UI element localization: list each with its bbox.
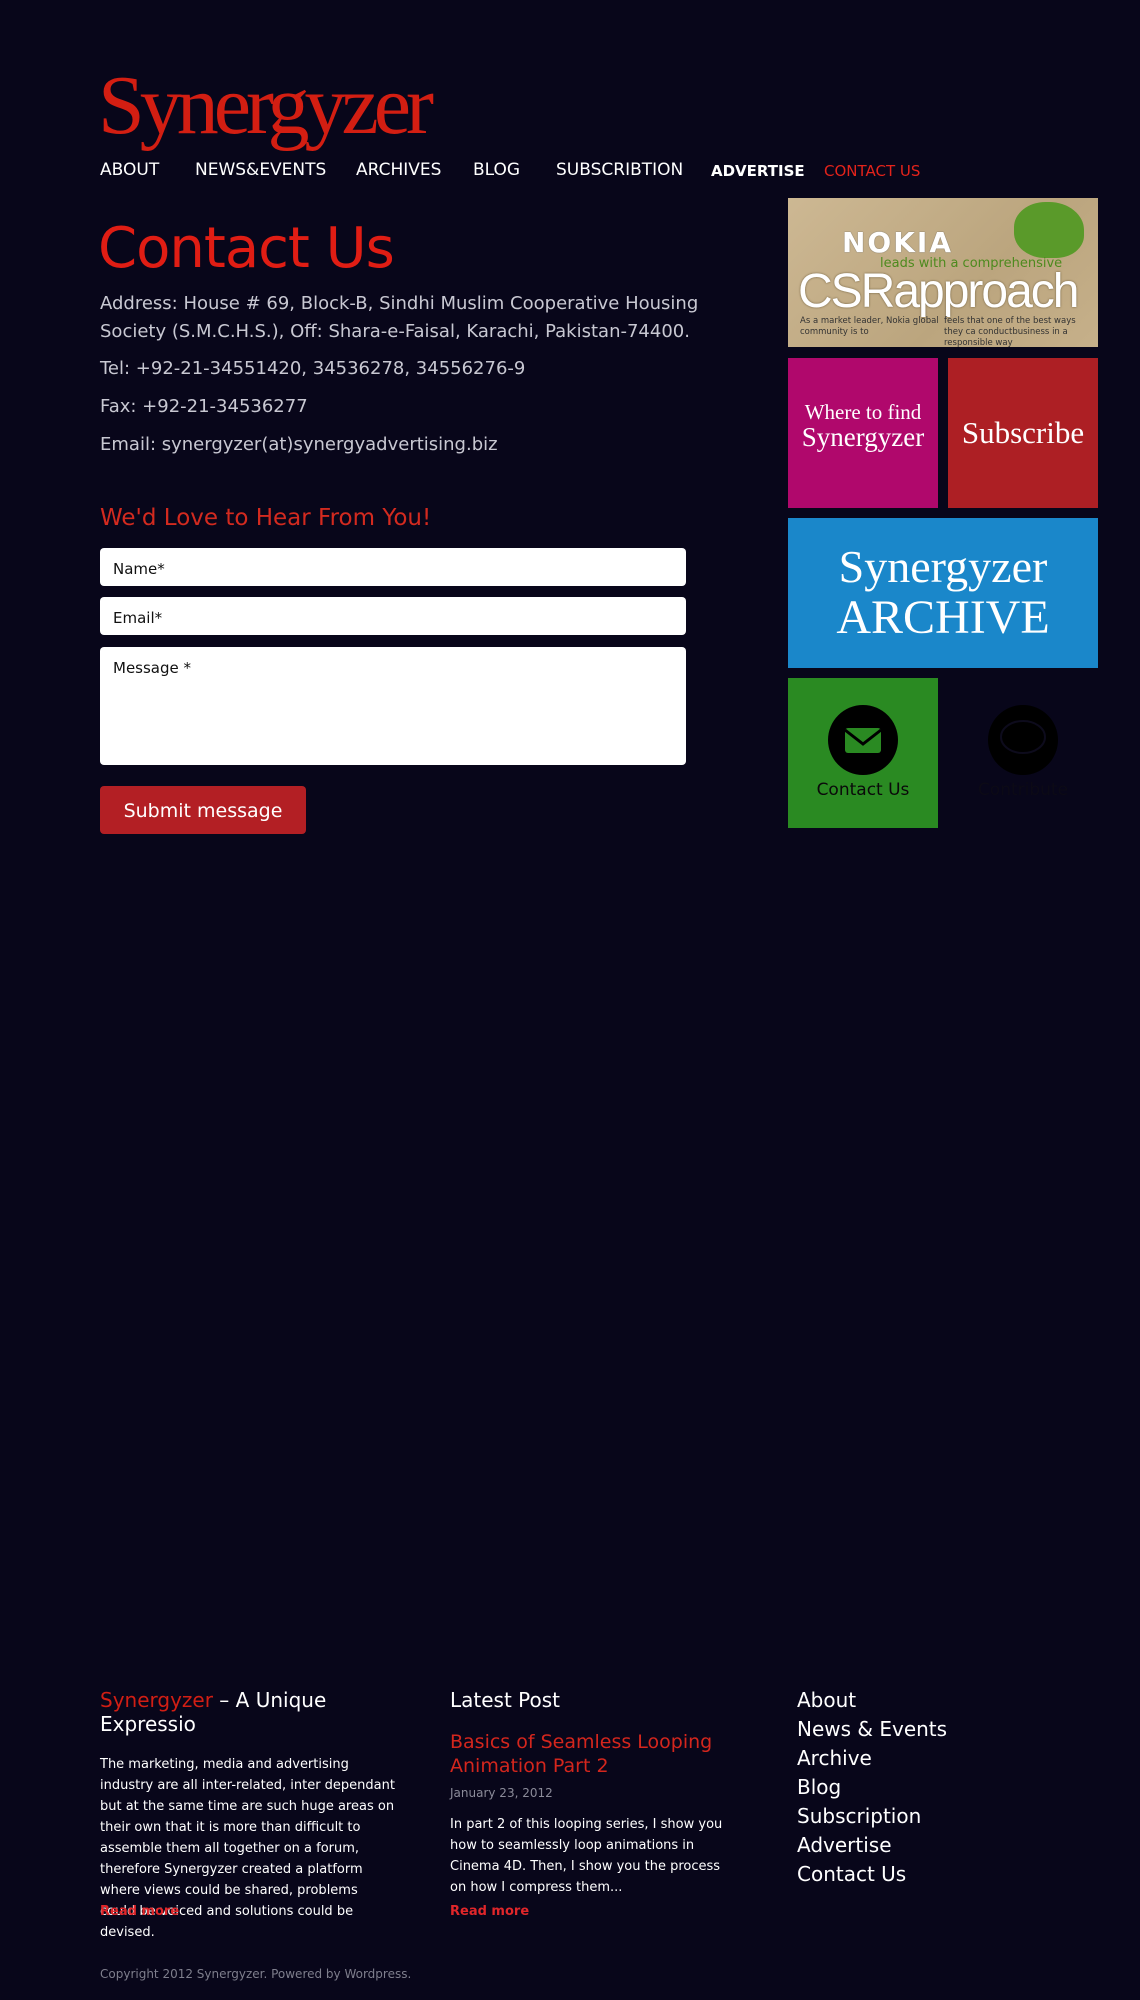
contribute-tile[interactable]: Contribute (948, 678, 1098, 828)
nav-subscription[interactable]: SUBSCRIBTION (556, 160, 683, 180)
envelope-icon (828, 705, 898, 775)
contact-email: Email: synergyzer(at)synergyadvertising.… (100, 434, 498, 455)
archive-line2: ARCHIVE (836, 591, 1050, 644)
footer-about-title: Synergyzer – A Unique Expressio (100, 1688, 400, 1736)
footer-link-subscription[interactable]: Subscription (797, 1804, 921, 1828)
banner-brand: NOKIA (842, 226, 954, 259)
site-logo[interactable]: Synergyzer (98, 56, 434, 156)
contact-tel: Tel: +92-21-34551420, 34536278, 34556276… (100, 358, 526, 379)
where-to-find-tile[interactable]: Where to find Synergyzer (788, 358, 938, 508)
speech-bubble-icon (988, 705, 1058, 775)
archive-line1: Synergyzer (838, 541, 1048, 592)
page-title: Contact Us (98, 216, 395, 281)
copyright: Copyright 2012 Synergyzer. Powered by Wo… (100, 1967, 412, 1981)
nav-contact-us[interactable]: CONTACT US (824, 162, 920, 180)
tree-illustration (1014, 202, 1084, 258)
latest-post-excerpt: In part 2 of this looping series, I show… (450, 1817, 723, 1895)
nav-blog[interactable]: BLOG (473, 160, 520, 180)
footer-link-advertise[interactable]: Advertise (797, 1833, 892, 1857)
footer-latest-post: Latest Post Basics of Seamless Looping A… (450, 1688, 740, 1898)
name-field[interactable]: Name* (100, 548, 686, 586)
footer-link-blog[interactable]: Blog (797, 1775, 841, 1799)
where-to-find-line2: Synergyzer (801, 422, 925, 452)
banner-footnote-left: As a market leader, Nokia global communi… (800, 316, 939, 337)
footer-about-brand: Synergyzer (100, 1688, 213, 1712)
archive-tile[interactable]: Synergyzer ARCHIVE (788, 518, 1098, 668)
footer-latest-title: Latest Post (450, 1688, 561, 1712)
nav-archives[interactable]: ARCHIVES (356, 160, 441, 180)
subscribe-tile[interactable]: Subscribe (948, 358, 1098, 508)
nav-news-events[interactable]: NEWS&EVENTS (195, 160, 326, 180)
contact-fax: Fax: +92-21-34536277 (100, 396, 308, 417)
form-heading: We'd Love to Hear From You! (100, 505, 432, 531)
footer-link-about[interactable]: About (797, 1688, 856, 1712)
banner-footnote-right: feels that one of the best ways they ca … (944, 316, 1076, 347)
banner-headline: CSRapproach (798, 265, 1079, 318)
latest-post-date: January 23, 2012 (450, 1786, 553, 1800)
nav-advertise[interactable]: ADVERTISE (711, 162, 805, 180)
nav-about[interactable]: ABOUT (100, 160, 159, 180)
contact-us-tile[interactable]: Contact Us (788, 678, 938, 828)
footer-link-contact-us[interactable]: Contact Us (797, 1862, 906, 1886)
latest-post-read-more[interactable]: Read more (450, 1904, 529, 1919)
footer-about-read-more[interactable]: Read more (100, 1904, 179, 1919)
contact-address: Address: House # 69, Block-B, Sindhi Mus… (100, 293, 699, 342)
message-field[interactable]: Message * (100, 647, 686, 765)
submit-message-button[interactable]: Submit message (100, 786, 306, 834)
latest-post-title[interactable]: Basics of Seamless Looping Animation Par… (450, 1730, 740, 1778)
nokia-csr-banner[interactable]: NOKIA leads with a comprehensive CSRappr… (788, 198, 1098, 347)
contribute-tile-label: Contribute (977, 780, 1069, 800)
footer-link-archive[interactable]: Archive (797, 1746, 872, 1770)
footer-link-news-events[interactable]: News & Events (797, 1717, 947, 1741)
email-field[interactable]: Email* (100, 597, 686, 635)
contact-us-tile-label: Contact Us (816, 780, 910, 800)
